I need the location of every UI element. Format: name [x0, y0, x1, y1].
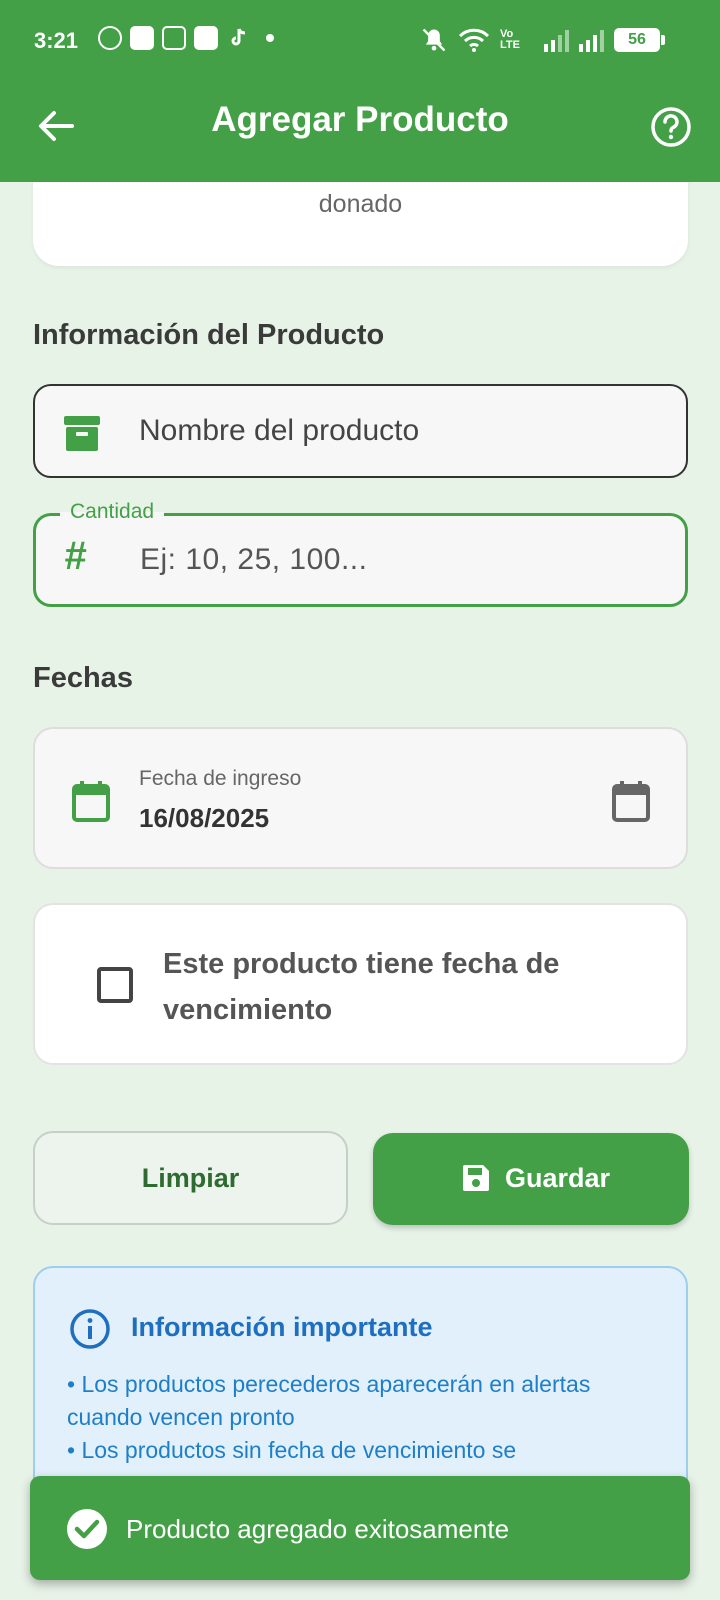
- calendar-picker-icon[interactable]: [611, 779, 651, 823]
- donor-card-text: donado: [318, 190, 403, 218]
- clear-button[interactable]: Limpiar: [33, 1131, 348, 1225]
- expiry-checkbox-label: Este producto tiene fecha de vencimiento: [163, 948, 560, 1026]
- notification-icons: [98, 26, 274, 50]
- tiktok-icon: [226, 26, 250, 50]
- status-bar: 3:21 Vo LTE 56: [0, 0, 720, 84]
- product-name-field[interactable]: Nombre del producto: [33, 384, 688, 478]
- entry-date-value: 16/08/2025: [139, 803, 270, 833]
- app-notification-icon: [194, 26, 218, 50]
- whatsapp-icon: [98, 26, 122, 50]
- muted-bell-icon: [422, 28, 446, 52]
- message-icon: [130, 26, 154, 50]
- status-time: 3:21: [34, 28, 79, 53]
- expiry-option-card[interactable]: Este producto tiene fecha de vencimiento: [33, 903, 688, 1065]
- app-header: 3:21 Vo LTE 56 Agregar Producto: [0, 0, 720, 182]
- archive-box-icon: [64, 416, 100, 451]
- snackbar-message: Producto agregado exitosamente: [126, 1514, 510, 1544]
- page-title: Agregar Producto: [211, 100, 509, 139]
- save-button[interactable]: Guardar: [373, 1133, 689, 1225]
- info-line-2: • Los productos sin fecha de vencimiento…: [67, 1437, 517, 1463]
- system-icons: Vo LTE 56: [420, 26, 665, 54]
- quantity-field[interactable]: # Ej: 10, 25, 100...: [33, 513, 688, 607]
- signal-bars-1-icon: [544, 28, 569, 52]
- info-icon: [70, 1309, 110, 1349]
- entry-date-label: Fecha de ingreso: [139, 767, 302, 790]
- save-icon: [463, 1165, 489, 1191]
- hash-icon: #: [64, 534, 87, 578]
- volte-indicator: Vo LTE: [500, 28, 520, 51]
- expiry-checkbox[interactable]: [97, 967, 133, 1003]
- info-body: • Los productos perecederos aparecerán e…: [67, 1368, 667, 1467]
- success-snackbar: Producto agregado exitosamente: [30, 1476, 690, 1580]
- quantity-label: Cantidad: [60, 500, 165, 524]
- info-line-1: • Los productos perecederos aparecerán e…: [67, 1371, 591, 1430]
- product-section-title: Información del Producto: [33, 319, 385, 351]
- capcut-icon: [162, 26, 186, 50]
- product-name-placeholder: Nombre del producto: [139, 414, 420, 447]
- info-title: Información importante: [131, 1312, 433, 1342]
- help-circle-icon[interactable]: [650, 106, 692, 148]
- signal-bars-2-icon: [579, 28, 604, 52]
- battery-icon: 56: [614, 28, 665, 52]
- quantity-placeholder: Ej: 10, 25, 100...: [140, 543, 368, 576]
- check-circle-icon: [67, 1509, 107, 1549]
- entry-date-picker[interactable]: Fecha de ingreso 16/08/2025: [33, 727, 688, 869]
- more-notifications-dot: [266, 34, 274, 42]
- calendar-icon: [72, 781, 110, 822]
- save-button-label: Guardar: [505, 1163, 611, 1193]
- wifi-icon: [458, 28, 490, 52]
- dates-section-title: Fechas: [33, 662, 133, 694]
